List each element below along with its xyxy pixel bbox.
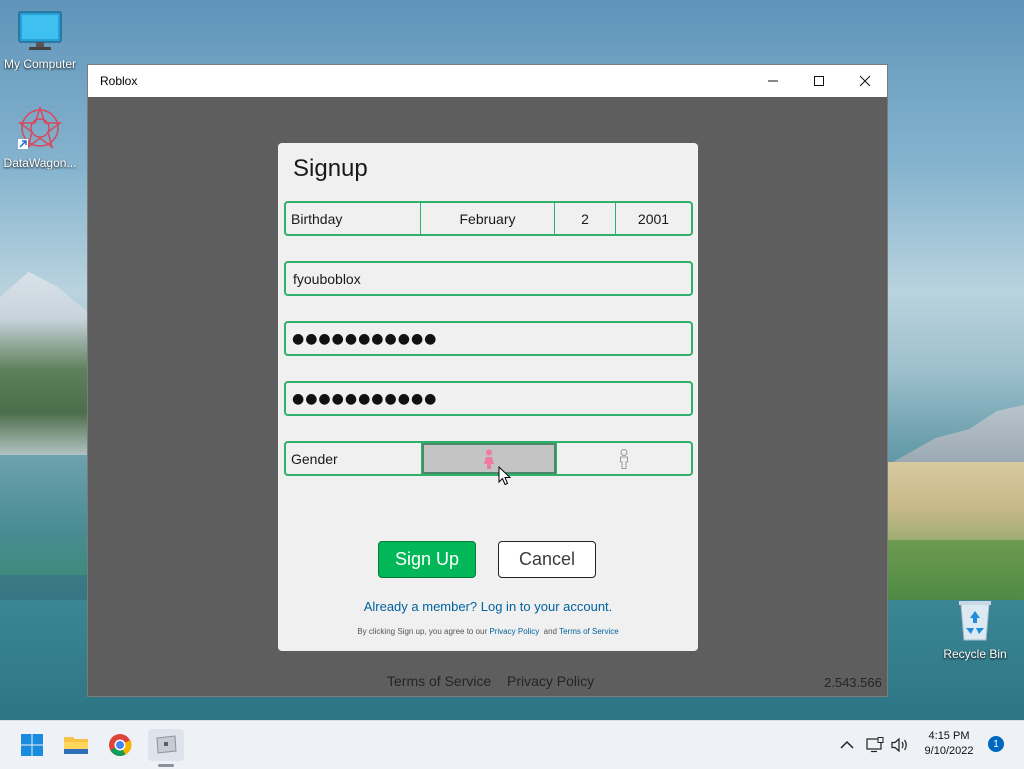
- username-input[interactable]: fyouboblox: [284, 261, 693, 296]
- male-icon: [620, 448, 628, 469]
- wallpaper-grass-right: [888, 540, 1024, 600]
- signup-dialog: Signup Birthday February 2 2001 fyoubobl…: [278, 143, 698, 651]
- birthday-month-select[interactable]: February: [421, 203, 555, 234]
- sign-up-button[interactable]: Sign Up: [378, 541, 476, 578]
- desktop-icon-my-computer[interactable]: My Computer: [0, 10, 80, 71]
- chevron-up-icon: [840, 740, 854, 749]
- login-link[interactable]: Already a member? Log in to your account…: [278, 599, 698, 614]
- desktop-icon-datawagon[interactable]: DataWagon...: [0, 105, 80, 170]
- network-icon: [866, 737, 884, 753]
- desktop-icon-label: My Computer: [3, 57, 77, 71]
- minimize-icon: [768, 80, 778, 82]
- wallpaper-mountain-left: [0, 271, 95, 465]
- window-titlebar[interactable]: Roblox: [88, 65, 887, 97]
- file-explorer-icon: [64, 737, 88, 754]
- monitor-icon: [18, 11, 62, 50]
- confirm-password-value: ●●●●●●●●●●●: [292, 390, 438, 407]
- clock-time: 4:15 PM: [928, 730, 970, 742]
- maximize-icon: [814, 76, 824, 86]
- birthday-row: Birthday February 2 2001: [284, 201, 693, 236]
- wallpaper-field-right: [888, 462, 1024, 552]
- cancel-button[interactable]: Cancel: [498, 541, 596, 578]
- tray-volume-button[interactable]: [890, 721, 910, 769]
- close-icon: [859, 75, 871, 87]
- recycle-bin-icon: [959, 601, 991, 641]
- footer-privacy-link[interactable]: Privacy Policy: [507, 673, 594, 689]
- taskbar-file-explorer[interactable]: [60, 729, 92, 761]
- desktop-icon-recycle-bin[interactable]: Recycle Bin: [935, 598, 1015, 661]
- password-value: ●●●●●●●●●●●: [292, 330, 438, 347]
- window-title: Roblox: [100, 74, 138, 88]
- wallpaper-mountain-right: [888, 405, 1024, 465]
- wallpaper-shore-left: [0, 455, 95, 575]
- taskbar-roblox[interactable]: [148, 729, 184, 767]
- desktop-icon-label: DataWagon...: [3, 156, 77, 170]
- legal-prefix: By clicking Sign up, you agree to our: [357, 627, 488, 636]
- roblox-window: Roblox Signup Birthday February 2 2001 f…: [87, 64, 888, 697]
- legal-and: and: [543, 627, 558, 636]
- clock-date: 9/10/2022: [924, 745, 974, 757]
- birthday-year-select[interactable]: 2001: [616, 203, 691, 234]
- taskbar-clock[interactable]: 4:15 PM 9/10/2022: [914, 729, 984, 759]
- notification-badge[interactable]: 1: [988, 736, 1004, 752]
- start-button[interactable]: [16, 729, 48, 761]
- running-indicator: [158, 764, 174, 767]
- minimize-button[interactable]: [750, 65, 796, 97]
- gender-label: Gender: [286, 443, 422, 474]
- signup-title: Signup: [293, 155, 368, 182]
- version-label: 2.543.566: [824, 675, 882, 690]
- windows-start-icon: [21, 734, 43, 756]
- roblox-icon: [156, 735, 177, 754]
- password-input[interactable]: ●●●●●●●●●●●: [284, 321, 693, 356]
- birthday-label: Birthday: [286, 203, 421, 234]
- desktop-icon-label: Recycle Bin: [943, 647, 1007, 661]
- female-icon: [484, 449, 494, 469]
- legal-terms-link[interactable]: Terms of Service: [559, 627, 619, 636]
- close-button[interactable]: [842, 65, 888, 97]
- tray-overflow-button[interactable]: [840, 721, 854, 769]
- gender-female-button[interactable]: [422, 443, 556, 474]
- mouse-cursor-icon: [498, 466, 512, 486]
- birthday-day-select[interactable]: 2: [555, 203, 616, 234]
- confirm-password-input[interactable]: ●●●●●●●●●●●: [284, 381, 693, 416]
- volume-icon: [891, 737, 907, 753]
- maximize-button[interactable]: [796, 65, 842, 97]
- username-value: fyouboblox: [293, 270, 361, 287]
- gender-male-button[interactable]: [556, 443, 691, 474]
- chrome-icon: [109, 734, 132, 756]
- footer-terms-link[interactable]: Terms of Service: [387, 673, 491, 689]
- gender-row: Gender: [284, 441, 693, 476]
- legal-privacy-link[interactable]: Privacy Policy: [489, 627, 539, 636]
- taskbar-chrome[interactable]: [104, 729, 136, 761]
- tray-network-button[interactable]: [866, 721, 884, 769]
- taskbar: 4:15 PM 9/10/2022: [0, 720, 1024, 769]
- legal-text: By clicking Sign up, you agree to our Pr…: [278, 627, 698, 636]
- datawagon-icon: [17, 105, 63, 149]
